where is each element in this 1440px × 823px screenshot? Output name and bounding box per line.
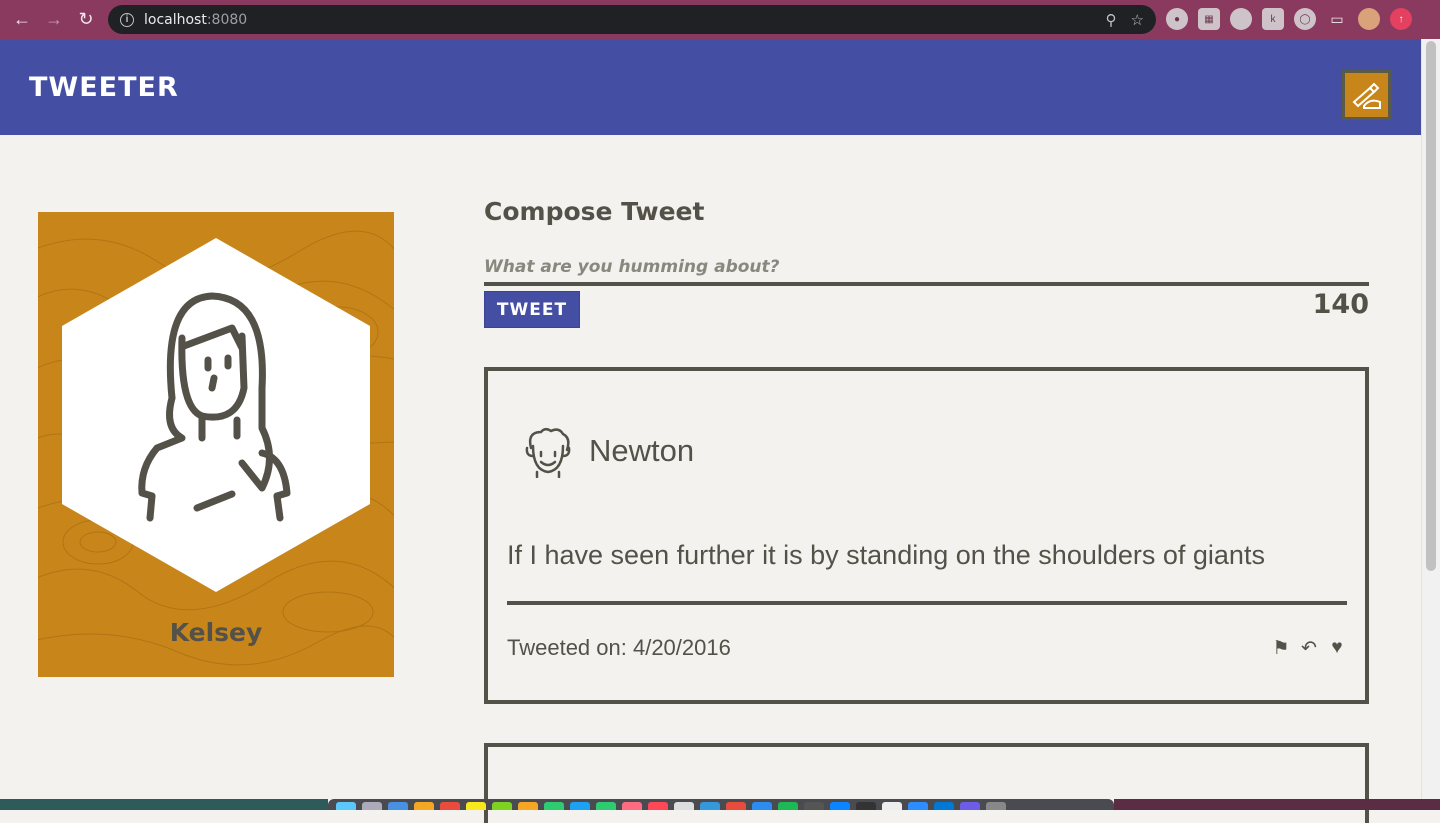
newton-avatar-icon bbox=[525, 428, 571, 478]
url-text[interactable]: localhost:8080 bbox=[144, 12, 247, 28]
tweet-body: If I have seen further it is by standing… bbox=[507, 540, 1265, 570]
tweet-actions: ⚑ ↶ ♥ bbox=[1271, 637, 1347, 660]
extension-circle-icon[interactable]: ◯ bbox=[1294, 8, 1316, 30]
dock-app-icon[interactable] bbox=[596, 802, 616, 810]
pen-hand-icon bbox=[1352, 82, 1381, 109]
dock-app-icon[interactable] bbox=[336, 802, 356, 810]
extension-bubble-icon[interactable] bbox=[1230, 8, 1252, 30]
dock-app-icon[interactable] bbox=[856, 802, 876, 810]
dock-app-icon[interactable] bbox=[700, 802, 720, 810]
dock-app-icon[interactable] bbox=[804, 802, 824, 810]
dock-app-icon[interactable] bbox=[882, 802, 902, 810]
retweet-icon[interactable]: ↶ bbox=[1299, 637, 1319, 660]
heart-icon[interactable]: ♥ bbox=[1327, 637, 1347, 660]
tweet-author[interactable]: Newton bbox=[589, 433, 694, 469]
avatar-hexagon bbox=[62, 238, 370, 592]
dock-app-icon[interactable] bbox=[986, 802, 1006, 810]
dock-app-icon[interactable] bbox=[960, 802, 980, 810]
dock-app-icon[interactable] bbox=[388, 802, 408, 810]
character-counter: 140 bbox=[1312, 289, 1369, 320]
dock-app-icon[interactable] bbox=[778, 802, 798, 810]
dock-app-icon[interactable] bbox=[830, 802, 850, 810]
browser-toolbar: ← → ↻ i localhost:8080 ⚲ ☆ ● ▦ k ◯ ▭ ↑ bbox=[0, 0, 1440, 39]
dock-app-icon[interactable] bbox=[622, 802, 642, 810]
dock-app-icon[interactable] bbox=[362, 802, 382, 810]
compose-title: Compose Tweet bbox=[484, 197, 705, 226]
site-info-icon[interactable]: i bbox=[120, 12, 134, 27]
desktop-background bbox=[1114, 799, 1440, 810]
tweet-submit-button[interactable]: TWEET bbox=[484, 291, 580, 328]
tweet-card bbox=[484, 743, 1369, 823]
desktop-background bbox=[0, 799, 328, 810]
dock-app-icon[interactable] bbox=[674, 802, 694, 810]
dock-app-icon[interactable] bbox=[414, 802, 434, 810]
address-bar[interactable]: i localhost:8080 ⚲ ☆ bbox=[108, 5, 1156, 34]
app-header: TWEETER bbox=[0, 39, 1421, 135]
flag-icon[interactable]: ⚑ bbox=[1271, 637, 1291, 660]
profile-card: Kelsey bbox=[38, 212, 394, 677]
page-scrollbar[interactable] bbox=[1421, 39, 1440, 810]
tweet-card: Newton If I have seen further it is by s… bbox=[484, 367, 1369, 704]
dock-app-icon[interactable] bbox=[492, 802, 512, 810]
dock-app-icon[interactable] bbox=[934, 802, 954, 810]
extension-record-icon[interactable]: ● bbox=[1166, 8, 1188, 30]
dock-app-icon[interactable] bbox=[544, 802, 564, 810]
os-dock bbox=[328, 799, 1114, 810]
brand-logo[interactable]: TWEETER bbox=[29, 72, 179, 103]
star-icon[interactable]: ☆ bbox=[1131, 11, 1144, 29]
cast-icon[interactable]: ▭ bbox=[1326, 8, 1348, 30]
extensions-bar: ● ▦ k ◯ ▭ ↑ bbox=[1166, 8, 1412, 30]
tweet-textarea[interactable] bbox=[484, 252, 1369, 286]
dock-app-icon[interactable] bbox=[908, 802, 928, 810]
dock-app-icon[interactable] bbox=[726, 802, 746, 810]
back-icon[interactable]: ← bbox=[6, 4, 38, 36]
profile-avatar-icon[interactable] bbox=[1358, 8, 1380, 30]
dock-app-icon[interactable] bbox=[466, 802, 486, 810]
dock-app-icon[interactable] bbox=[752, 802, 772, 810]
update-icon[interactable]: ↑ bbox=[1390, 8, 1412, 30]
extension-k-icon[interactable]: k bbox=[1262, 8, 1284, 30]
forward-icon[interactable]: → bbox=[38, 4, 70, 36]
reload-icon[interactable]: ↻ bbox=[70, 4, 102, 36]
zoom-icon[interactable]: ⚲ bbox=[1106, 11, 1117, 29]
dock-app-icon[interactable] bbox=[648, 802, 668, 810]
profile-name: Kelsey bbox=[169, 618, 263, 647]
tweet-divider bbox=[507, 601, 1347, 605]
dock-app-icon[interactable] bbox=[518, 802, 538, 810]
tweet-date: Tweeted on: 4/20/2016 bbox=[507, 635, 731, 660]
compose-toggle-button[interactable] bbox=[1342, 70, 1391, 120]
dock-app-icon[interactable] bbox=[570, 802, 590, 810]
dock-app-icon[interactable] bbox=[440, 802, 460, 810]
extension-store-icon[interactable]: ▦ bbox=[1198, 8, 1220, 30]
scroll-thumb[interactable] bbox=[1426, 41, 1436, 571]
